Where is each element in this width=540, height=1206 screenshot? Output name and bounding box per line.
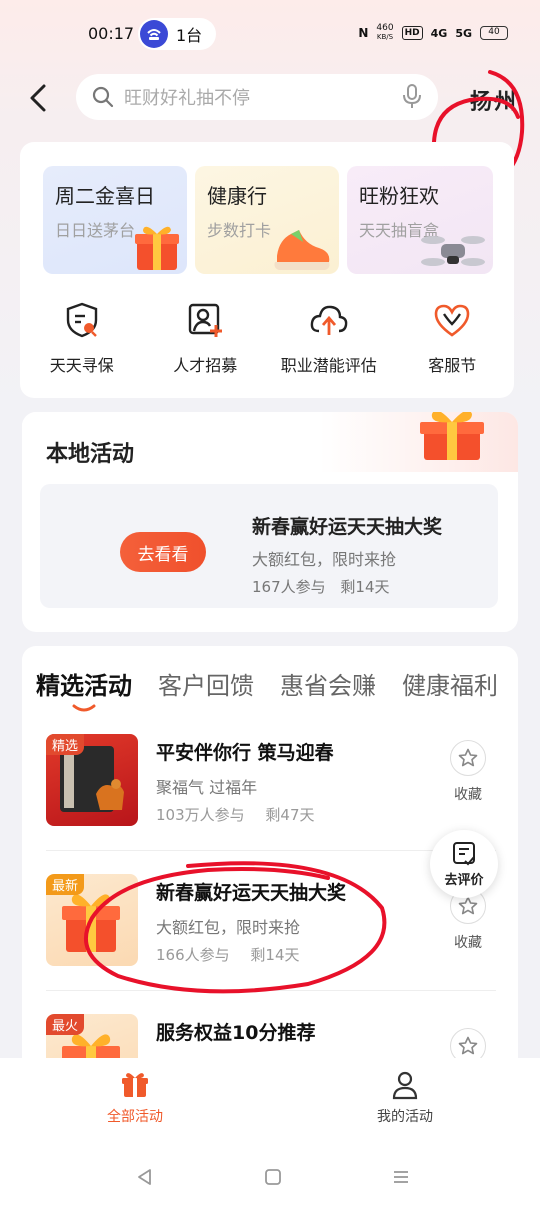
review-icon	[453, 841, 475, 865]
review-button[interactable]: 去评价	[430, 830, 498, 898]
nav-label: 我的活动	[377, 1109, 433, 1125]
shortcut-label: 天天寻保	[49, 356, 114, 375]
battery-indicator: 40	[480, 26, 508, 40]
nav-my-activities[interactable]: 我的活动	[345, 1070, 465, 1126]
device-connection-pill[interactable]: 1台	[138, 18, 216, 50]
activity-badge: 最火	[46, 1014, 85, 1035]
promo-health-walk[interactable]: 健康行 步数打卡	[195, 166, 339, 274]
nav-all-activities[interactable]: 全部活动	[75, 1070, 195, 1126]
promo-title: 健康行	[207, 184, 267, 208]
shortcut-recruitment[interactable]: 人才招募	[144, 300, 268, 376]
participant-count: 103万人参与	[156, 806, 245, 824]
activity-badge: 精选	[46, 734, 85, 755]
promo-tuesday-gold[interactable]: 周二金喜日 日日送茅台	[43, 166, 187, 274]
activity-name: 新春赢好运天天抽大奖	[252, 516, 443, 538]
shortcut-career-assessment[interactable]: 职业潜能评估	[267, 300, 391, 376]
shortcut-label: 客服节	[428, 356, 477, 375]
activity-name: 服务权益10分推荐	[156, 1022, 316, 1044]
drone-icon	[421, 236, 485, 266]
status-bar: 00:17 1台 N 460 KB/S HD 4G 5G 40	[0, 0, 540, 70]
status-indicators: N 460 KB/S HD 4G 5G 40	[358, 24, 508, 42]
city-selector[interactable]: 扬州	[470, 84, 518, 116]
divider	[46, 850, 496, 851]
review-label: 去评价	[444, 872, 484, 888]
person-icon	[392, 1071, 418, 1100]
activity-meta: 103万人参与 剩47天	[156, 804, 315, 825]
activity-thumbnail: 最新	[46, 874, 138, 966]
favorite-label: 收藏	[454, 935, 482, 951]
participant-count: 167人参与	[252, 578, 326, 596]
person-add-icon	[185, 300, 225, 340]
nfc-icon: N	[358, 26, 369, 40]
search-placeholder: 旺财好礼抽不停	[124, 88, 250, 109]
shortcut-service-festival[interactable]: 客服节	[391, 300, 515, 376]
net-speed: 460 KB/S	[376, 23, 394, 42]
cloud-arrow-icon	[309, 300, 349, 340]
top-activities-card: 周二金喜日 日日送茅台 健康行 步数打卡 旺粉狂欢 天天抽盲盒 天天寻保 人才招…	[20, 142, 514, 398]
local-activity-item[interactable]: 去看看 新春赢好运天天抽大奖 大额红包，限时来抢 167人参与 剩14天	[40, 484, 498, 608]
microphone-icon[interactable]	[402, 84, 422, 110]
activity-name: 平安伴你行 策马迎春	[156, 742, 334, 764]
shortcut-daily-policy[interactable]: 天天寻保	[20, 300, 144, 376]
chevron-left-icon	[30, 84, 46, 112]
activity-meta: 167人参与 剩14天	[252, 576, 390, 597]
nav-label: 全部活动	[107, 1109, 163, 1125]
activity-thumbnail: 精选	[46, 734, 138, 826]
promo-title: 旺粉狂欢	[359, 184, 439, 208]
promo-title: 周二金喜日	[55, 184, 155, 208]
gift-box-icon	[122, 1073, 148, 1097]
search-bar[interactable]: 旺财好礼抽不停	[76, 74, 438, 120]
shortcut-label: 人才招募	[173, 356, 238, 375]
days-remaining: 剩14天	[340, 578, 390, 596]
activity-subtitle: 大额红包，限时来抢	[156, 918, 301, 937]
divider	[46, 990, 496, 991]
signal-4g: 4G	[430, 26, 448, 40]
section-title: 本地活动	[46, 442, 135, 467]
system-navigation-bar	[0, 1148, 540, 1206]
tab-save-earn[interactable]: 惠省会赚	[280, 666, 376, 701]
search-icon	[92, 86, 114, 108]
promo-fan-carnival[interactable]: 旺粉狂欢 天天抽盲盒	[347, 166, 493, 274]
gift-box-icon	[135, 226, 179, 270]
days-remaining: 剩14天	[250, 946, 300, 964]
go-see-button[interactable]: 去看看	[120, 532, 206, 572]
activity-name: 新春赢好运天天抽大奖	[156, 882, 347, 904]
recents-menu-icon[interactable]	[392, 1168, 410, 1186]
status-time: 00:17	[88, 24, 135, 43]
device-count: 1台	[176, 26, 203, 45]
participant-count: 166人参与	[156, 946, 230, 964]
gift-box-icon	[420, 412, 484, 460]
category-tabs: 精选活动 客户回馈 惠省会赚 健康福利	[36, 666, 518, 701]
star-icon	[450, 740, 486, 776]
hd-badge: HD	[401, 26, 423, 40]
shield-search-icon	[62, 300, 102, 340]
activity-subtitle: 聚福气 过福年	[156, 778, 258, 797]
local-activities-card: 本地活动 去看看 新春赢好运天天抽大奖 大额红包，限时来抢 167人参与 剩14…	[22, 412, 518, 632]
active-tab-indicator	[72, 704, 96, 712]
back-button[interactable]	[20, 80, 56, 116]
tab-health-benefits[interactable]: 健康福利	[402, 666, 498, 701]
bottom-navigation: 全部活动 我的活动	[0, 1058, 540, 1148]
activity-item[interactable]: 最新 新春赢好运天天抽大奖 大额红包，限时来抢 166人参与 剩14天 收藏	[46, 874, 506, 1000]
heart-hands-icon	[432, 300, 472, 340]
activity-meta: 166人参与 剩14天	[156, 944, 300, 965]
shortcut-label: 职业潜能评估	[280, 356, 377, 375]
tab-customer-rewards[interactable]: 客户回馈	[158, 666, 254, 701]
wifi-router-icon	[140, 20, 168, 48]
favorite-button[interactable]: 收藏	[448, 740, 488, 804]
signal-5g: 5G	[455, 26, 472, 40]
back-triangle-icon[interactable]	[136, 1168, 154, 1186]
activity-subtitle: 大额红包，限时来抢	[252, 550, 397, 569]
sneaker-icon	[274, 230, 330, 270]
activity-badge: 最新	[46, 874, 85, 895]
days-remaining: 剩47天	[265, 806, 315, 824]
home-square-icon[interactable]	[264, 1168, 282, 1186]
favorite-label: 收藏	[454, 787, 482, 803]
tab-featured[interactable]: 精选活动	[36, 666, 132, 701]
shortcut-row: 天天寻保 人才招募 职业潜能评估 客服节	[20, 300, 514, 376]
